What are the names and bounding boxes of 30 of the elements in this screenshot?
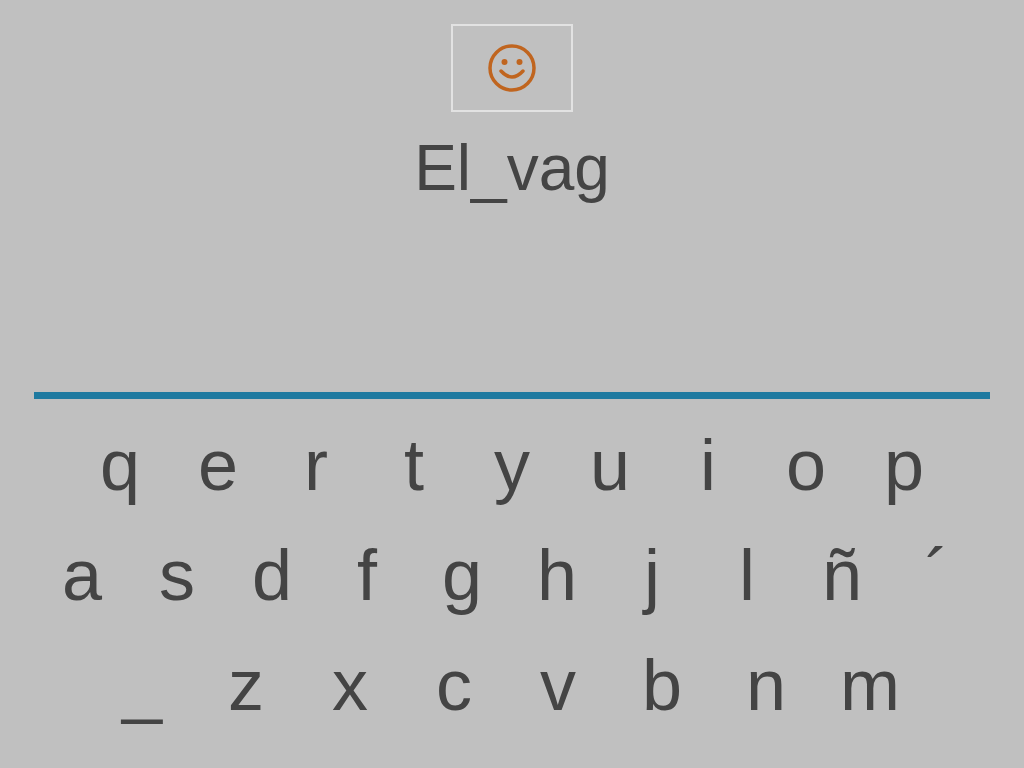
key-button[interactable]: q — [71, 421, 169, 509]
key-button[interactable]: t — [365, 421, 463, 509]
key-button[interactable]: z — [194, 641, 298, 729]
key-button[interactable]: r — [267, 421, 365, 509]
key-button[interactable]: c — [402, 641, 506, 729]
key-button[interactable]: j — [604, 531, 700, 619]
key-button[interactable]: v — [506, 641, 610, 729]
key-button[interactable]: y — [463, 421, 561, 509]
key-button[interactable]: g — [414, 531, 510, 619]
smiley-icon — [487, 43, 537, 93]
key-button[interactable]: m — [818, 641, 922, 729]
key-button[interactable]: l — [699, 531, 795, 619]
key-button[interactable]: p — [855, 421, 953, 509]
key-button[interactable]: f — [319, 531, 415, 619]
key-button[interactable]: d — [224, 531, 320, 619]
key-button[interactable]: ñ — [794, 531, 890, 619]
key-button[interactable]: ´ — [889, 531, 985, 619]
key-button[interactable]: i — [659, 421, 757, 509]
word-text: El_vag — [414, 132, 610, 204]
key-button[interactable]: e — [169, 421, 267, 509]
key-button[interactable]: h — [509, 531, 605, 619]
key-button[interactable]: a — [34, 531, 130, 619]
smiley-box[interactable] — [451, 24, 573, 112]
key-button[interactable]: x — [298, 641, 402, 729]
key-button[interactable]: u — [561, 421, 659, 509]
key-button[interactable]: _ — [90, 641, 194, 729]
key-button[interactable]: b — [610, 641, 714, 729]
key-button[interactable]: n — [714, 641, 818, 729]
key-button[interactable]: o — [757, 421, 855, 509]
key-button[interactable]: s — [129, 531, 225, 619]
